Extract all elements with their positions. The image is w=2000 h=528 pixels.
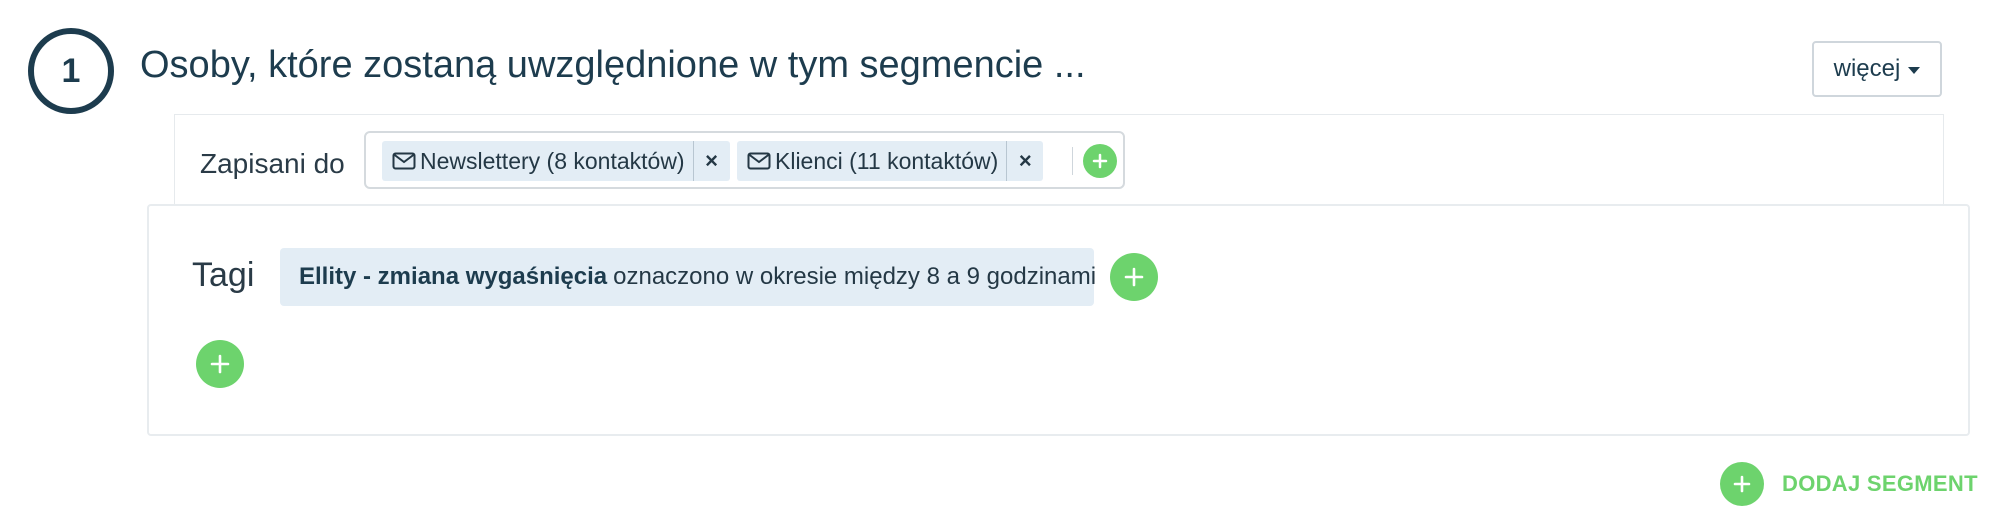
remove-list-button[interactable]: × — [1006, 141, 1043, 181]
add-list-button[interactable] — [1083, 144, 1117, 178]
more-dropdown-button[interactable]: więcej — [1812, 41, 1942, 97]
plus-icon — [1733, 475, 1751, 493]
selector-divider — [1072, 147, 1073, 175]
add-condition-button[interactable] — [196, 340, 244, 388]
add-tag-condition-button[interactable] — [1110, 253, 1158, 301]
list-selector[interactable]: Newslettery (8 kontaktów) × Klienci (11 … — [364, 131, 1125, 189]
list-chip-label: Klienci (11 kontaktów) — [775, 147, 999, 174]
subscribed-label: Zapisani do — [200, 148, 345, 179]
plus-icon — [210, 354, 230, 374]
list-chip: Klienci (11 kontaktów) × — [737, 141, 1044, 181]
remove-list-button[interactable]: × — [692, 141, 730, 181]
plus-icon — [1092, 153, 1108, 169]
list-chip-label: Newslettery (8 kontaktów) — [420, 147, 685, 174]
envelope-icon — [747, 152, 771, 170]
segment-number: 1 — [61, 51, 81, 90]
list-chip: Newslettery (8 kontaktów) × — [382, 141, 730, 181]
plus-icon — [1124, 267, 1144, 287]
envelope-icon — [392, 152, 416, 170]
conditions-panel — [147, 204, 1970, 436]
more-button-label: więcej — [1833, 55, 1901, 82]
tag-condition-chip[interactable]: Ellity - zmiana wygaśnięcia oznaczono w … — [280, 248, 1097, 306]
segment-title: Osoby, które zostaną uwzględnione w tym … — [140, 44, 1086, 86]
tags-label: Tagi — [192, 256, 255, 294]
tag-condition-description: oznaczono w okresie między 8 a 9 godzina… — [613, 263, 1097, 290]
caret-down-icon — [1908, 67, 1921, 74]
add-segment-button[interactable]: DODAJ SEGMENT — [1720, 462, 1978, 506]
add-segment-label: DODAJ SEGMENT — [1782, 471, 1978, 496]
add-segment-plus — [1720, 462, 1764, 506]
segment-number-badge: 1 — [28, 28, 114, 114]
tag-name: Ellity - zmiana wygaśnięcia — [299, 263, 608, 290]
